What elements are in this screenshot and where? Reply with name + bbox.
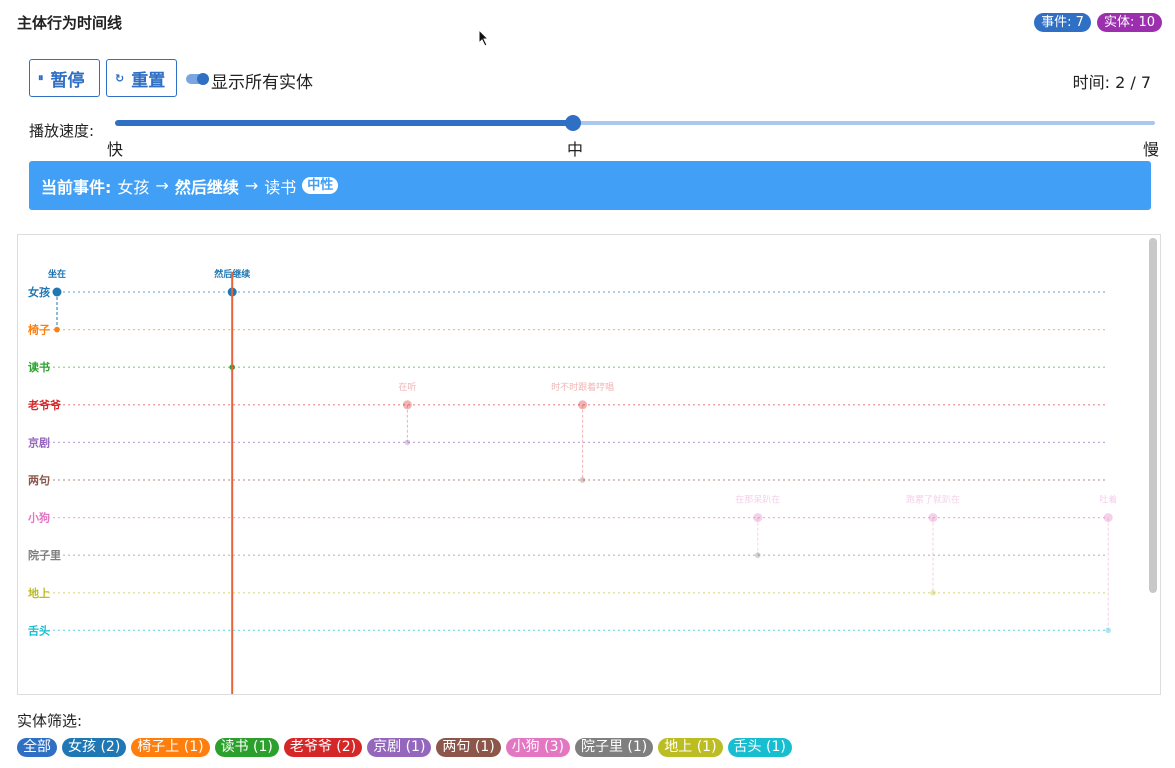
- reset-label: 重置: [131, 70, 166, 91]
- mouse-cursor-icon: [478, 29, 490, 47]
- event-label: 吐着: [1099, 494, 1117, 506]
- filter-chip[interactable]: 舌头 (1): [727, 738, 792, 757]
- event-object-point[interactable]: [404, 439, 411, 446]
- event-subject-point[interactable]: [402, 400, 412, 410]
- entity-label: 老爷爷: [27, 398, 62, 412]
- entity-label: 两句: [28, 473, 50, 487]
- event-object-point[interactable]: [1105, 627, 1111, 634]
- entity-filter-chips: 全部 女孩 (2) 椅子上 (1) 读书 (1) 老爷爷 (2) 京剧 (1) 两句 (1)…: [17, 738, 792, 757]
- filter-chip[interactable]: 地上 (1): [658, 738, 723, 757]
- speed-mid-label: 中: [567, 140, 584, 159]
- event-label: 跑累了就趴在: [906, 494, 960, 506]
- filter-chip[interactable]: 读书 (1): [214, 738, 279, 757]
- filter-chip[interactable]: 小狗 (3): [505, 738, 570, 757]
- toggle-knob: [197, 73, 209, 85]
- event-subject-point[interactable]: [52, 287, 62, 297]
- entities-count-badge: 实体: 10: [1096, 13, 1162, 32]
- filter-chip[interactable]: 女孩 (2): [62, 738, 127, 757]
- pause-button[interactable]: ⏸ 暂停: [29, 59, 100, 97]
- event-object-point[interactable]: [930, 590, 936, 596]
- pause-label: 暂停: [50, 70, 85, 91]
- reset-button[interactable]: ↻ 重置: [106, 59, 177, 97]
- speed-slider[interactable]: [115, 115, 1155, 131]
- pause-icon: ⏸: [38, 71, 44, 84]
- event-subject-point[interactable]: [928, 513, 938, 523]
- speed-label: 播放速度:: [29, 122, 95, 140]
- show-all-entities-toggle[interactable]: [186, 73, 209, 85]
- arrow-icon: →: [155, 176, 169, 195]
- filter-chip[interactable]: 老爷爷 (2): [283, 738, 363, 757]
- entity-label: 椅子: [28, 323, 50, 337]
- event-object-point[interactable]: [54, 326, 60, 333]
- event-subject-point[interactable]: [578, 400, 588, 410]
- event-subject: 女孩: [117, 177, 150, 197]
- event-subject-point[interactable]: [1103, 513, 1113, 523]
- entity-label: 京剧: [28, 435, 50, 449]
- arrow-icon: →: [244, 176, 259, 195]
- event-label: 在那呆趴在: [735, 494, 780, 506]
- filter-chip[interactable]: 两句 (1): [436, 738, 501, 757]
- entity-label: 舌头: [28, 623, 50, 637]
- event-object: 读书: [264, 177, 297, 197]
- slider-fill: [115, 120, 573, 126]
- event-label: 时不时跟着哼唱: [551, 381, 614, 393]
- entity-label: 地上: [28, 586, 50, 600]
- timeline-chart[interactable]: 女孩椅子读书老爷爷京剧两句小狗院子里地上舌头坐在然后继续在听时不时跟着哼唱在那呆…: [17, 234, 1161, 695]
- filter-chip[interactable]: 院子里 (1): [574, 738, 654, 757]
- show-all-entities-label: 显示所有实体: [211, 73, 313, 93]
- entity-label: 读书: [28, 360, 50, 374]
- filter-chip[interactable]: 京剧 (1): [367, 738, 432, 757]
- event-subject-point[interactable]: [753, 513, 763, 523]
- filter-chip-all[interactable]: 全部: [17, 738, 57, 757]
- event-label: 坐在: [48, 268, 66, 280]
- entity-filter-label: 实体筛选:: [17, 712, 83, 730]
- speed-fast-label: 快: [107, 140, 124, 159]
- time-indicator: 时间: 2 / 7: [1072, 73, 1151, 92]
- event-action: 然后继续: [174, 177, 239, 197]
- event-prefix: 当前事件:: [41, 177, 112, 197]
- reset-icon: ↻: [115, 71, 125, 85]
- entity-label: 院子里: [28, 548, 61, 562]
- events-count-badge: 事件: 7: [1034, 13, 1091, 32]
- vertical-scrollbar[interactable]: [1149, 238, 1157, 593]
- slider-thumb[interactable]: [564, 115, 581, 131]
- current-event-banner: 当前事件: 女孩 → 然后继续 → 读书 中性: [29, 161, 1151, 210]
- timeline-svg: 女孩椅子读书老爷爷京剧两句小狗院子里地上舌头坐在然后继续在听时不时跟着哼唱在那呆…: [27, 268, 1117, 694]
- page-title: 主体行为时间线: [17, 14, 123, 32]
- filter-chip[interactable]: 椅子上 (1): [131, 738, 210, 757]
- event-object-point[interactable]: [579, 477, 586, 483]
- event-label: 在听: [398, 381, 416, 393]
- sentiment-tag: 中性: [302, 177, 339, 194]
- event-object-point[interactable]: [755, 552, 761, 558]
- header-badges: 事件: 7 实体: 10: [1034, 13, 1162, 32]
- entity-label: 小狗: [27, 511, 50, 525]
- speed-slow-label: 慢: [1143, 140, 1160, 159]
- entity-label: 女孩: [28, 285, 50, 299]
